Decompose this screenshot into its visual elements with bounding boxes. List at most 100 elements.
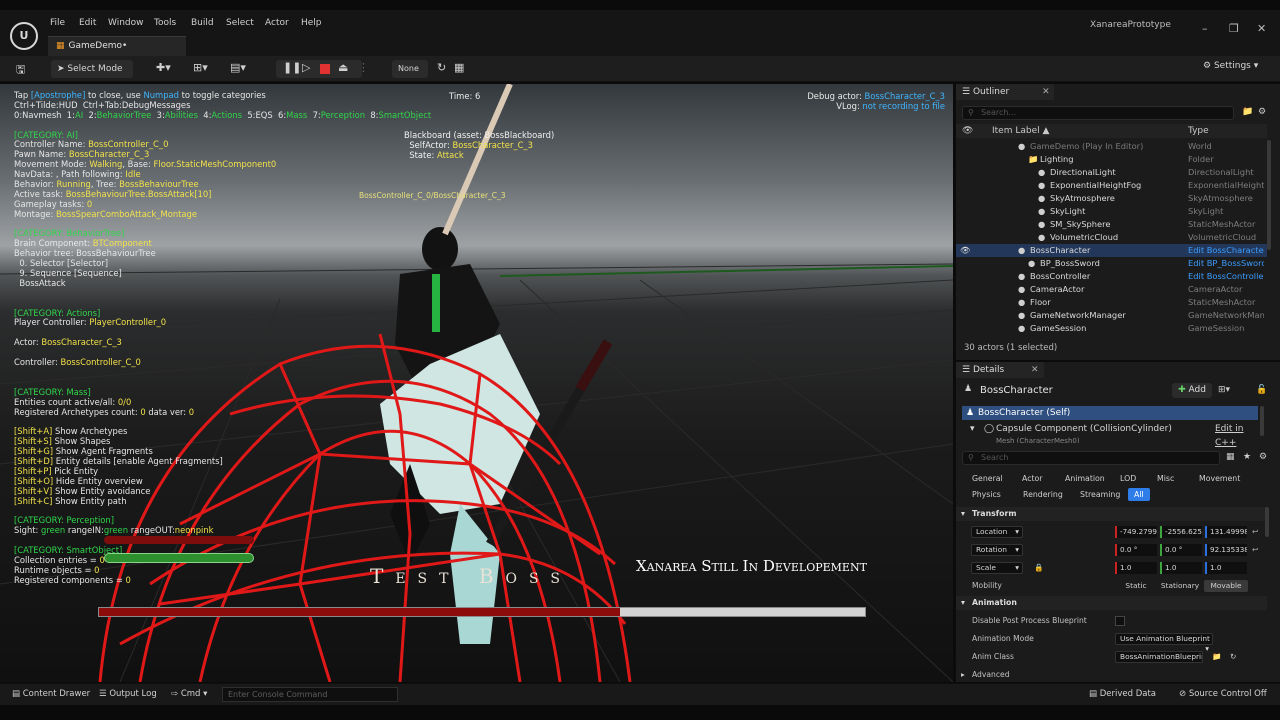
advanced-row[interactable]: ▸ Advanced — [956, 667, 1267, 683]
scale-dropdown[interactable]: Scale ▾ — [971, 562, 1023, 574]
outliner-row[interactable]: ● Floor StaticMeshActor — [956, 296, 1267, 309]
rotation-y-field[interactable]: 0.0 ° — [1160, 544, 1202, 556]
source-icon[interactable]: ▦ — [454, 61, 464, 74]
menu-build[interactable]: Build — [191, 18, 214, 28]
components-scrollbar[interactable] — [1260, 406, 1264, 436]
outliner-row[interactable]: ● ExponentialHeightFog ExponentialHeightF — [956, 179, 1267, 192]
source-control-button[interactable]: ⊘ Source Control Off — [1179, 689, 1267, 699]
close-icon[interactable]: ✕ — [1042, 87, 1050, 97]
eject-icon[interactable]: ⏏ — [338, 61, 348, 74]
gear-icon[interactable]: ⚙ — [1259, 452, 1267, 462]
disable-pp-checkbox[interactable] — [1115, 616, 1125, 626]
menu-tools[interactable]: Tools — [154, 18, 176, 28]
expand-arrow-icon[interactable]: ▾ — [970, 422, 975, 436]
location-dropdown[interactable]: Location ▾ — [971, 526, 1023, 538]
cinematics-icon[interactable]: ▤▾ — [230, 61, 246, 74]
gear-icon[interactable]: ⚙ — [1258, 107, 1266, 117]
filter-rendering[interactable]: Rendering — [1017, 488, 1069, 501]
filter-all[interactable]: All — [1128, 488, 1150, 501]
select-mode-dropdown[interactable]: ➤ Select Mode ▾ — [51, 60, 133, 92]
outliner-row[interactable]: ● SkyAtmosphere SkyAtmosphere — [956, 192, 1267, 205]
reset-icon[interactable]: ↩ — [1252, 524, 1258, 540]
menu-help[interactable]: Help — [301, 18, 322, 28]
compile-icon[interactable]: ↻ — [437, 61, 446, 74]
scale-z-field[interactable]: 1.0 — [1205, 562, 1247, 574]
filter-physics[interactable]: Physics — [966, 488, 1007, 501]
outliner-row[interactable]: ● BP_BossSword Edit BP_BossSword — [956, 257, 1267, 270]
lock-icon[interactable]: 🔓 — [1256, 385, 1267, 395]
derived-data-button[interactable]: ▤ Derived Data — [1089, 689, 1156, 699]
browse-folder-icon[interactable]: 📁 — [1212, 649, 1221, 665]
filter-general[interactable]: General — [966, 472, 1009, 485]
filter-movement[interactable]: Movement — [1193, 472, 1246, 485]
cmd-dropdown[interactable]: ⇨ Cmd ▾ — [171, 689, 207, 699]
mesh-component-row-cut[interactable]: Mesh (CharacterMesh0) — [962, 437, 1258, 443]
outliner-row[interactable]: ● GameDemo (Play In Editor) World — [956, 140, 1267, 153]
menu-file[interactable]: File — [50, 18, 65, 28]
pause-icon[interactable]: ❚❚ — [283, 61, 301, 74]
reset-arrow-icon[interactable]: ↻ — [1230, 649, 1236, 665]
outliner-tab[interactable]: ☰ Outliner ✕ — [956, 84, 1054, 100]
outliner-row[interactable]: 👁 ● BossCharacter Edit BossCharacter — [956, 244, 1267, 257]
rotation-z-field[interactable]: 92.135338 — [1205, 544, 1247, 556]
edit-blueprint-link[interactable]: Edit BP_BossSword — [1188, 257, 1264, 270]
outliner-row[interactable]: ● VolumetricCloud VolumetricCloud — [956, 231, 1267, 244]
close-icon[interactable]: ✕ — [1031, 365, 1039, 375]
transform-section-header[interactable]: ▾ Transform — [956, 507, 1267, 521]
outliner-row[interactable]: ● SkyLight SkyLight — [956, 205, 1267, 218]
level-viewport[interactable]: Tap [Apostrophe] to close, use Numpad to… — [0, 84, 953, 682]
outliner-row[interactable]: ● SM_SkySphere StaticMeshActor — [956, 218, 1267, 231]
output-log-button[interactable]: ☰ Output Log — [99, 689, 157, 699]
location-x-field[interactable]: -749.27998 — [1115, 526, 1157, 538]
settings-button[interactable]: ⚙ Settings ▾ — [1203, 61, 1258, 71]
animation-section-header[interactable]: ▾ Animation — [956, 596, 1267, 610]
frame-advance-icon[interactable]: ▷ — [302, 61, 310, 74]
minimize-icon[interactable]: – — [1202, 22, 1208, 35]
level-tab[interactable]: ▦ GameDemo• — [48, 36, 186, 56]
capsule-component-row[interactable]: ▾ ◯ Capsule Component (CollisionCylinder… — [962, 422, 1258, 448]
content-drawer-button[interactable]: ▤ Content Drawer — [12, 689, 90, 699]
add-actor-icon[interactable]: ✚▾ — [156, 61, 171, 74]
filter-streaming[interactable]: Streaming — [1074, 488, 1126, 501]
location-y-field[interactable]: -2556.625 — [1160, 526, 1202, 538]
unreal-logo-icon[interactable]: U — [10, 22, 38, 50]
outliner-scrollbar[interactable] — [1267, 140, 1271, 250]
visibility-column-icon[interactable]: 👁 — [962, 124, 973, 138]
menu-window[interactable]: Window — [108, 18, 144, 28]
add-component-button[interactable]: ✚ Add — [1172, 383, 1212, 398]
stop-icon[interactable] — [320, 64, 330, 74]
outliner-row[interactable]: ● GameSession GameSession — [956, 322, 1267, 335]
outliner-row[interactable]: ● GameNetworkManager GameNetworkMana — [956, 309, 1267, 322]
rotation-x-field[interactable]: 0.0 ° — [1115, 544, 1157, 556]
edit-in-cpp-link[interactable]: Edit in C++ — [1215, 422, 1258, 450]
maximize-icon[interactable]: ❐ — [1229, 22, 1239, 35]
filter-lod[interactable]: LOD — [1114, 472, 1142, 485]
anim-class-dropdown[interactable]: BossAnimationBlueprint — [1115, 651, 1203, 663]
more-options-icon[interactable]: ⋮ — [358, 61, 369, 74]
reset-icon[interactable]: ↩ — [1252, 542, 1258, 558]
filter-actor[interactable]: Actor — [1016, 472, 1049, 485]
outliner-row[interactable]: ● CameraActor CameraActor — [956, 283, 1267, 296]
details-search-input[interactable]: ⚲ Search — [962, 451, 1220, 465]
filter-animation[interactable]: Animation — [1059, 472, 1111, 485]
outliner-search-input[interactable]: ⚲ Search... — [962, 106, 1234, 120]
property-matrix-icon[interactable]: ▦ — [1226, 452, 1235, 462]
outliner-row[interactable]: ● DirectionalLight DirectionalLight — [956, 166, 1267, 179]
edit-blueprint-link[interactable]: Edit BossController — [1188, 270, 1264, 283]
menu-edit[interactable]: Edit — [79, 18, 96, 28]
mobility-movable[interactable]: Movable — [1204, 580, 1248, 592]
platform-dropdown[interactable]: None ▾ — [392, 60, 428, 91]
menu-select[interactable]: Select — [226, 18, 254, 28]
favorite-star-icon[interactable]: ★ — [1243, 452, 1251, 462]
filter-misc[interactable]: Misc — [1151, 472, 1180, 485]
edit-blueprint-link[interactable]: Edit BossCharacter — [1188, 244, 1264, 257]
anim-mode-dropdown[interactable]: Use Animation Blueprint ▾ — [1115, 633, 1213, 653]
console-command-input[interactable]: Enter Console Command — [222, 687, 398, 702]
outliner-row[interactable]: 📁 Lighting Folder — [956, 153, 1267, 166]
rotation-dropdown[interactable]: Rotation ▾ — [971, 544, 1023, 556]
blueprint-icon[interactable]: ⊞▾ — [193, 61, 208, 74]
scale-y-field[interactable]: 1.0 — [1160, 562, 1202, 574]
close-window-icon[interactable]: ✕ — [1257, 22, 1266, 35]
details-tab[interactable]: ☰ Details ✕ — [956, 362, 1044, 378]
blueprint-options-icon[interactable]: ⊞▾ — [1218, 385, 1230, 395]
